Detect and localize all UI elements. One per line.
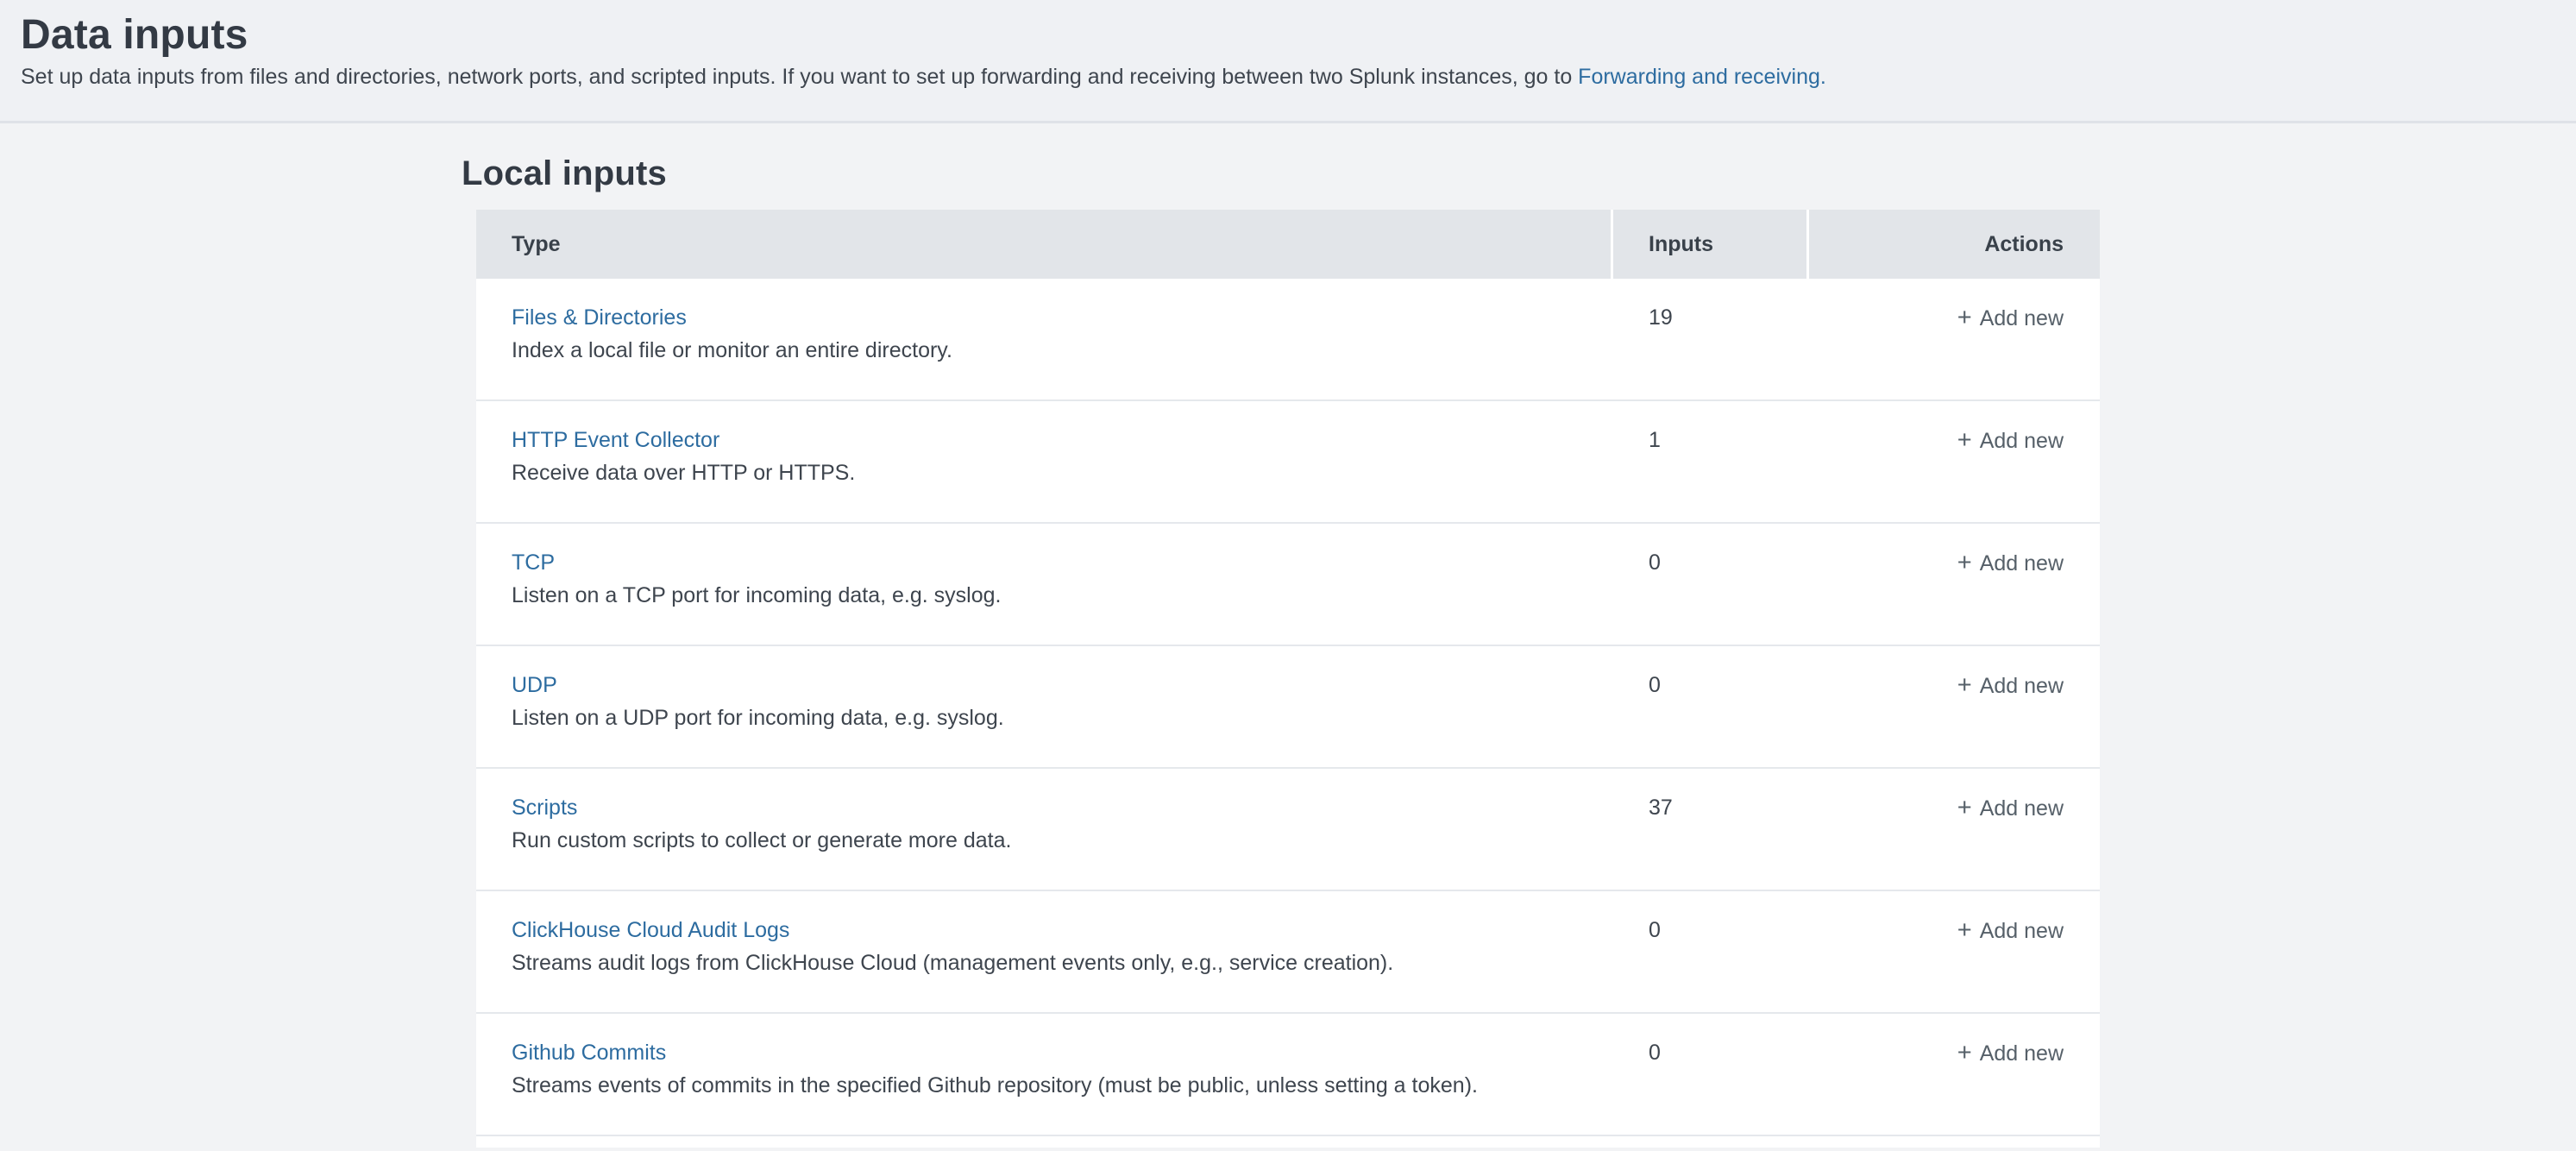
- add-new-label: Add new: [1980, 429, 2064, 453]
- page-subtitle-text: Set up data inputs from files and direct…: [21, 65, 1578, 89]
- actions-cell: + Add new: [1809, 401, 2100, 522]
- actions-cell: + Add new: [1809, 891, 2100, 1012]
- add-new-label: Add new: [1980, 796, 2064, 821]
- inputs-count: 0: [1613, 891, 1809, 1012]
- add-new-button[interactable]: + Add new: [1957, 668, 2064, 703]
- column-header-type: Type: [476, 210, 1611, 279]
- input-type-description: Index a local file or monitor an entire …: [512, 335, 1613, 366]
- input-type-link[interactable]: Files & Directories: [512, 300, 687, 335]
- input-type-link[interactable]: ClickHouse Cloud Audit Logs: [512, 913, 789, 947]
- add-new-button[interactable]: + Add new: [1957, 300, 2064, 336]
- table-row: TCPListen on a TCP port for incoming dat…: [476, 524, 2100, 646]
- add-new-button[interactable]: + Add new: [1957, 423, 2064, 458]
- add-new-label: Add new: [1980, 674, 2064, 698]
- type-cell: ScriptsRun custom scripts to collect or …: [476, 769, 1613, 890]
- inputs-count: 37: [1613, 769, 1809, 890]
- plus-icon: +: [1957, 1035, 1972, 1070]
- plus-icon: +: [1957, 668, 1972, 702]
- add-new-label: Add new: [1980, 1041, 2064, 1066]
- add-new-button[interactable]: + Add new: [1957, 913, 2064, 948]
- actions-cell: + Add new: [1809, 769, 2100, 890]
- column-header-inputs: Inputs: [1613, 210, 1806, 279]
- plus-icon: +: [1957, 913, 1972, 947]
- add-new-label: Add new: [1980, 551, 2064, 576]
- table-row: HTTP Event CollectorReceive data over HT…: [476, 401, 2100, 524]
- plus-icon: +: [1957, 423, 1972, 457]
- table-body: Files & DirectoriesIndex a local file or…: [476, 279, 2100, 1136]
- inputs-count: 1: [1613, 401, 1809, 522]
- input-type-description: Run custom scripts to collect or generat…: [512, 825, 1613, 856]
- actions-cell: + Add new: [1809, 524, 2100, 645]
- table-row: Files & DirectoriesIndex a local file or…: [476, 279, 2100, 401]
- content-area: Local inputs Type Inputs Actions Files &…: [462, 153, 2576, 1148]
- input-type-description: Receive data over HTTP or HTTPS.: [512, 457, 1613, 488]
- add-new-label: Add new: [1980, 306, 2064, 330]
- add-new-button[interactable]: + Add new: [1957, 545, 2064, 581]
- inputs-count: 19: [1613, 279, 1809, 399]
- table-row: UDPListen on a UDP port for incoming dat…: [476, 646, 2100, 769]
- type-cell: Files & DirectoriesIndex a local file or…: [476, 279, 1613, 399]
- actions-cell: + Add new: [1809, 279, 2100, 399]
- input-type-link[interactable]: TCP: [512, 545, 555, 580]
- inputs-count: 0: [1613, 524, 1809, 645]
- page-title: Data inputs: [21, 11, 2576, 60]
- inputs-count: 0: [1613, 646, 1809, 767]
- type-cell: ClickHouse Cloud Audit LogsStreams audit…: [476, 891, 1613, 1012]
- type-cell: HTTP Event CollectorReceive data over HT…: [476, 401, 1613, 522]
- table-row: ClickHouse Cloud Audit LogsStreams audit…: [476, 891, 2100, 1014]
- input-type-link[interactable]: UDP: [512, 668, 557, 702]
- table-row: Github CommitsStreams events of commits …: [476, 1014, 2100, 1136]
- page-header: Data inputs Set up data inputs from file…: [0, 0, 2576, 123]
- input-type-description: Streams events of commits in the specifi…: [512, 1070, 1613, 1101]
- plus-icon: +: [1957, 545, 1972, 580]
- type-cell: Github CommitsStreams events of commits …: [476, 1014, 1613, 1135]
- plus-icon: +: [1957, 300, 1972, 335]
- type-cell: TCPListen on a TCP port for incoming dat…: [476, 524, 1613, 645]
- input-type-link[interactable]: Github Commits: [512, 1035, 666, 1070]
- section-title: Local inputs: [462, 153, 2576, 194]
- column-header-actions: Actions: [1809, 210, 2100, 279]
- table-row-partial: [476, 1136, 2100, 1148]
- input-type-link[interactable]: HTTP Event Collector: [512, 423, 719, 457]
- type-cell: UDPListen on a UDP port for incoming dat…: [476, 646, 1613, 767]
- input-type-description: Streams audit logs from ClickHouse Cloud…: [512, 947, 1613, 978]
- inputs-count: 0: [1613, 1014, 1809, 1135]
- plus-icon: +: [1957, 790, 1972, 825]
- input-type-description: Listen on a UDP port for incoming data, …: [512, 702, 1613, 733]
- add-new-label: Add new: [1980, 919, 2064, 943]
- actions-cell: + Add new: [1809, 1014, 2100, 1135]
- add-new-button[interactable]: + Add new: [1957, 790, 2064, 826]
- local-inputs-table: Type Inputs Actions Files & DirectoriesI…: [476, 210, 2100, 1148]
- page-subtitle: Set up data inputs from files and direct…: [21, 62, 2576, 91]
- page-subtitle-period: .: [1820, 65, 1826, 89]
- input-type-description: Listen on a TCP port for incoming data, …: [512, 580, 1613, 611]
- add-new-button[interactable]: + Add new: [1957, 1035, 2064, 1071]
- actions-cell: + Add new: [1809, 646, 2100, 767]
- input-type-link[interactable]: Scripts: [512, 790, 577, 825]
- table-header-row: Type Inputs Actions: [476, 210, 2100, 279]
- table-row: ScriptsRun custom scripts to collect or …: [476, 769, 2100, 891]
- forwarding-and-receiving-link[interactable]: Forwarding and receiving: [1578, 65, 1820, 89]
